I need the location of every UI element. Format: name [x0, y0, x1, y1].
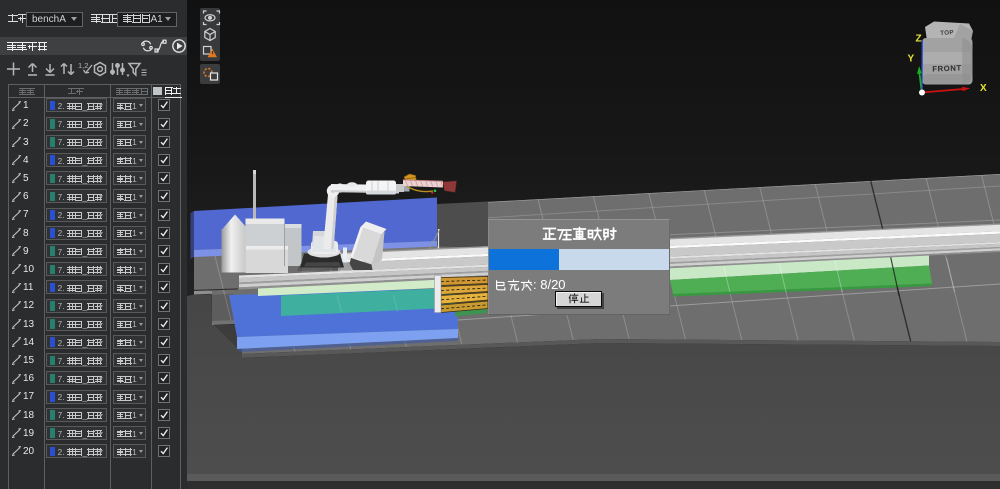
svg-text:1,2: 1,2 — [78, 61, 88, 70]
svg-text:Y: Y — [908, 54, 915, 65]
svg-text:X: X — [980, 83, 987, 94]
svg-text:FRONT: FRONT — [932, 63, 962, 73]
svg-text:TOP: TOP — [940, 29, 954, 37]
svg-text:Z: Z — [916, 34, 922, 45]
